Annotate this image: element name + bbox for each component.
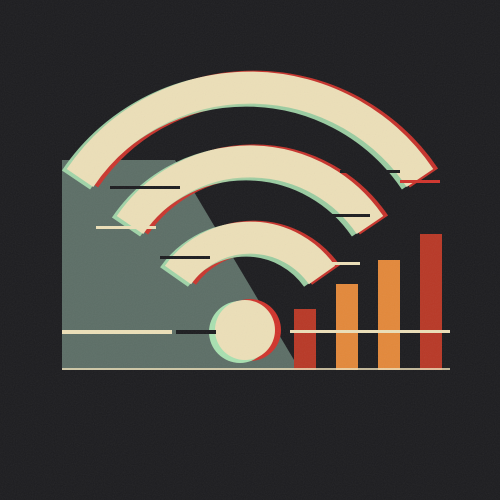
wifi-glitch-illustration	[0, 0, 500, 500]
grain-overlay	[0, 0, 500, 500]
